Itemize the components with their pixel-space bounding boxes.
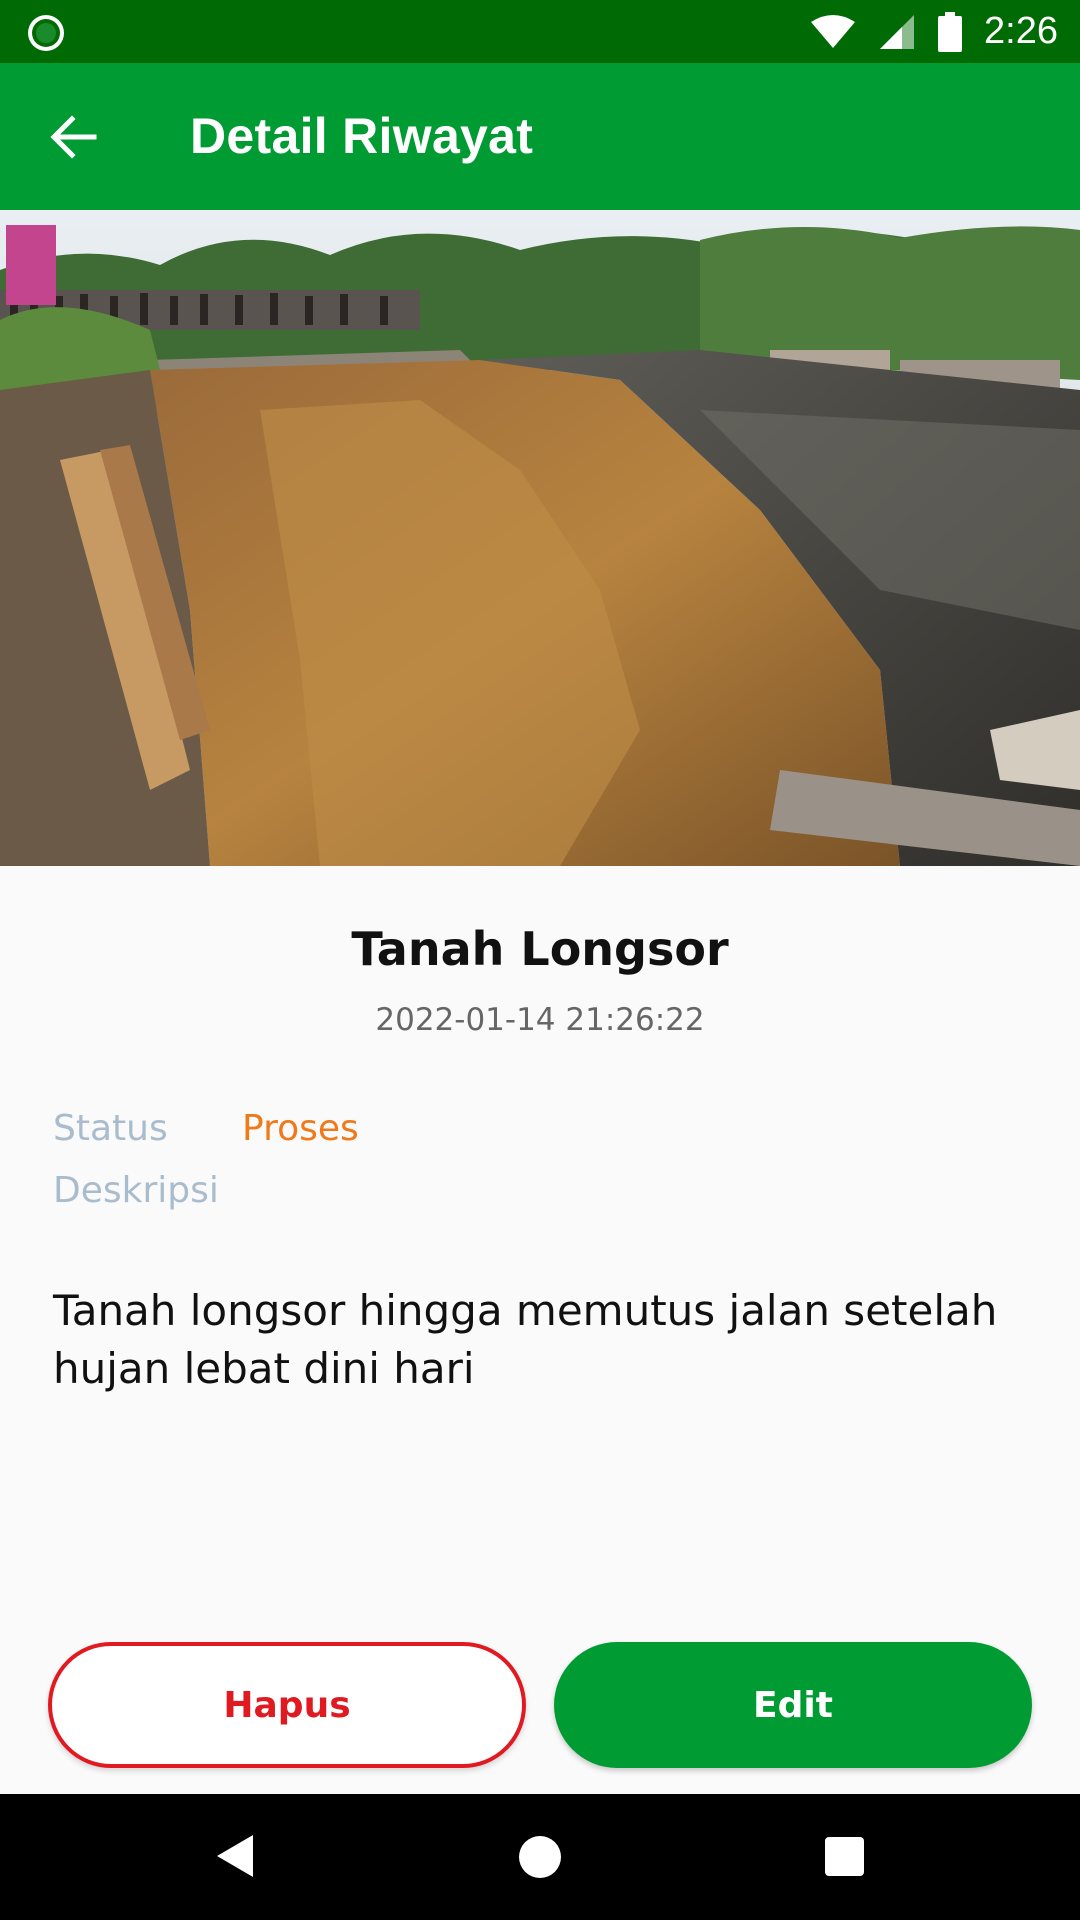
arrow-left-icon [50, 115, 97, 159]
description-text: Tanah longsor hingga memutus jalan setel… [53, 1286, 998, 1393]
battery-icon [938, 11, 963, 52]
report-title: Tanah Longsor [351, 922, 729, 976]
circle-home-icon[interactable] [519, 1836, 561, 1878]
delete-button[interactable]: Hapus [48, 1642, 526, 1768]
report-datetime: 2022-01-14 21:26:22 [375, 1002, 705, 1038]
wifi-icon [811, 14, 856, 48]
square-recent-icon[interactable] [825, 1837, 864, 1876]
status-time: 2:26 [984, 10, 1058, 52]
edit-button[interactable]: Edit [554, 1642, 1032, 1768]
notification-icon [28, 15, 64, 51]
back-button[interactable] [40, 103, 108, 171]
status-label: Status [53, 1108, 168, 1149]
landslide-image [0, 210, 1080, 866]
signal-icon [880, 14, 915, 49]
triangle-back-icon[interactable] [215, 1833, 255, 1879]
report-photo [0, 210, 1080, 866]
status-bar: 2:26 [0, 0, 1080, 63]
page-title: Detail Riwayat [190, 108, 534, 164]
status-indicators: 2:26 [810, 0, 1058, 63]
description-label: Deskripsi [53, 1170, 219, 1211]
navigation-bar [0, 1794, 1080, 1920]
status-badge: Proses [242, 1108, 359, 1149]
app-bar: Detail Riwayat [0, 63, 1080, 210]
